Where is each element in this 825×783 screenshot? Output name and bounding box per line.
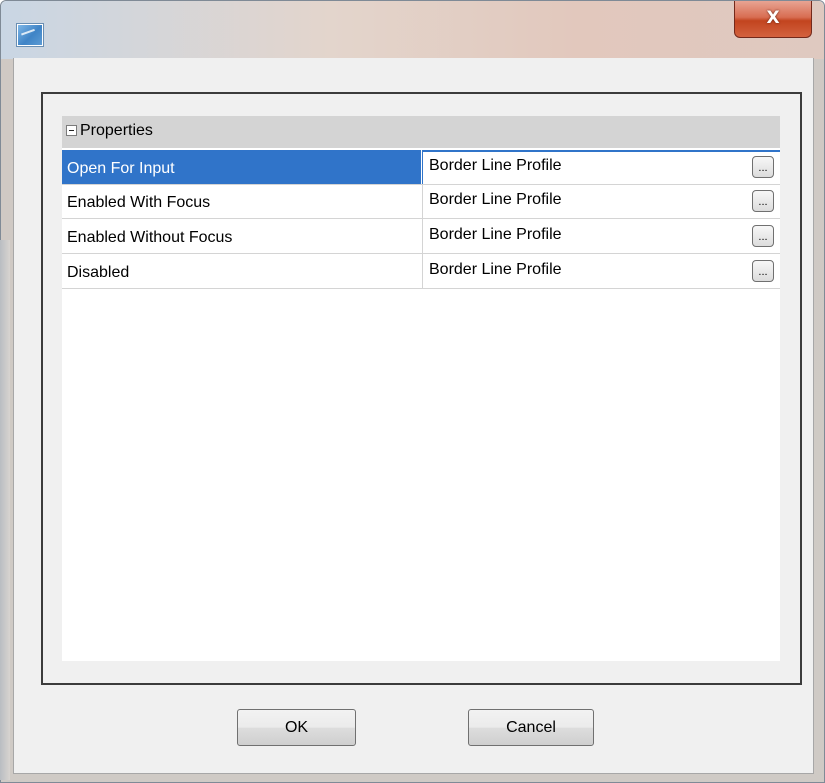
ellipsis-button[interactable]: ... <box>752 225 774 247</box>
property-value[interactable]: Border Line Profile <box>422 254 780 288</box>
property-name: Open For Input <box>62 150 421 184</box>
property-row-enabled-with-focus[interactable]: Enabled With Focus Border Line Profile .… <box>62 184 780 219</box>
title-bar[interactable]: X <box>1 1 824 59</box>
ellipsis-button[interactable]: ... <box>752 156 774 178</box>
app-icon <box>17 24 43 46</box>
property-value[interactable]: Border Line Profile <box>422 219 780 253</box>
cancel-button[interactable]: Cancel <box>468 709 594 746</box>
property-row-disabled[interactable]: Disabled Border Line Profile ... <box>62 254 780 289</box>
collapse-minus-icon[interactable] <box>66 125 77 136</box>
ok-button[interactable]: OK <box>237 709 356 746</box>
property-name: Enabled With Focus <box>67 194 211 211</box>
close-button[interactable]: X <box>734 1 812 38</box>
category-label: Properties <box>80 122 153 139</box>
category-row-properties: Properties <box>62 116 780 148</box>
property-row-open-for-input[interactable]: Open For Input Border Line Profile ... <box>62 150 780 185</box>
property-name: Disabled <box>67 264 130 281</box>
property-grid: Properties Open For Input Border Line Pr… <box>62 116 780 661</box>
property-value[interactable]: Border Line Profile <box>422 184 780 218</box>
property-value[interactable]: Border Line Profile <box>422 150 780 184</box>
property-name: Enabled Without Focus <box>67 229 233 246</box>
window-edge-accent <box>0 240 10 780</box>
ellipsis-button[interactable]: ... <box>752 190 774 212</box>
property-row-enabled-without-focus[interactable]: Enabled Without Focus Border Line Profil… <box>62 219 780 254</box>
ellipsis-button[interactable]: ... <box>752 260 774 282</box>
